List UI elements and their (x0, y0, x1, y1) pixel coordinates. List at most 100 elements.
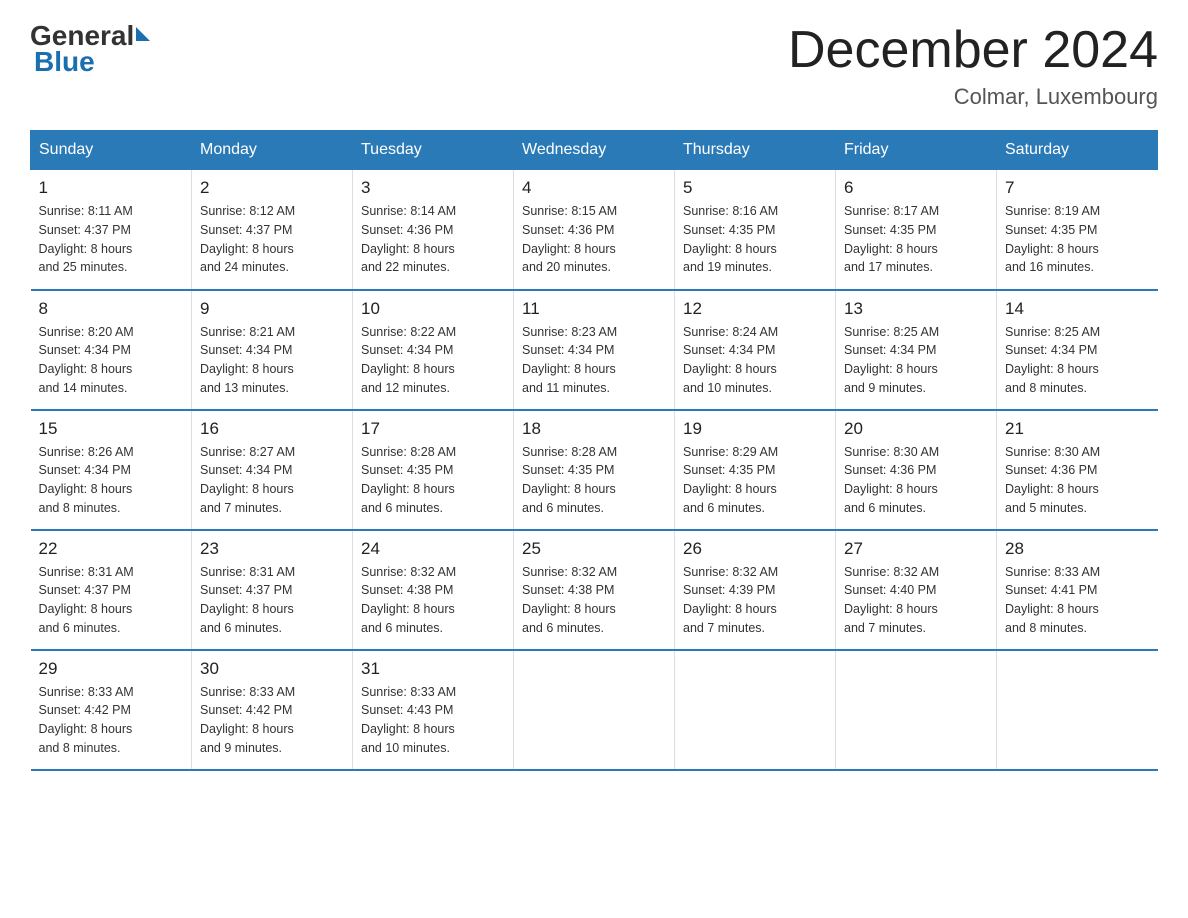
calendar-cell: 26 Sunrise: 8:32 AM Sunset: 4:39 PM Dayl… (675, 530, 836, 650)
calendar-cell: 11 Sunrise: 8:23 AM Sunset: 4:34 PM Dayl… (514, 290, 675, 410)
calendar-cell: 19 Sunrise: 8:29 AM Sunset: 4:35 PM Dayl… (675, 410, 836, 530)
calendar-cell: 5 Sunrise: 8:16 AM Sunset: 4:35 PM Dayli… (675, 170, 836, 290)
calendar-cell (836, 650, 997, 770)
calendar-cell: 2 Sunrise: 8:12 AM Sunset: 4:37 PM Dayli… (192, 170, 353, 290)
calendar-cell: 28 Sunrise: 8:33 AM Sunset: 4:41 PM Dayl… (997, 530, 1158, 650)
day-number: 5 (683, 178, 827, 198)
day-number: 29 (39, 659, 184, 679)
calendar-week-row: 1 Sunrise: 8:11 AM Sunset: 4:37 PM Dayli… (31, 170, 1158, 290)
calendar-cell: 27 Sunrise: 8:32 AM Sunset: 4:40 PM Dayl… (836, 530, 997, 650)
day-info: Sunrise: 8:27 AM Sunset: 4:34 PM Dayligh… (200, 443, 344, 518)
calendar-cell: 7 Sunrise: 8:19 AM Sunset: 4:35 PM Dayli… (997, 170, 1158, 290)
day-number: 8 (39, 299, 184, 319)
calendar-cell (675, 650, 836, 770)
calendar-cell: 8 Sunrise: 8:20 AM Sunset: 4:34 PM Dayli… (31, 290, 192, 410)
header-tuesday: Tuesday (353, 131, 514, 170)
day-info: Sunrise: 8:25 AM Sunset: 4:34 PM Dayligh… (844, 323, 988, 398)
day-info: Sunrise: 8:26 AM Sunset: 4:34 PM Dayligh… (39, 443, 184, 518)
calendar-table: Sunday Monday Tuesday Wednesday Thursday… (30, 130, 1158, 771)
day-number: 19 (683, 419, 827, 439)
header-saturday: Saturday (997, 131, 1158, 170)
day-number: 23 (200, 539, 344, 559)
header-thursday: Thursday (675, 131, 836, 170)
day-info: Sunrise: 8:22 AM Sunset: 4:34 PM Dayligh… (361, 323, 505, 398)
day-info: Sunrise: 8:11 AM Sunset: 4:37 PM Dayligh… (39, 202, 184, 277)
day-info: Sunrise: 8:23 AM Sunset: 4:34 PM Dayligh… (522, 323, 666, 398)
day-number: 20 (844, 419, 988, 439)
day-number: 11 (522, 299, 666, 319)
calendar-cell: 14 Sunrise: 8:25 AM Sunset: 4:34 PM Dayl… (997, 290, 1158, 410)
day-info: Sunrise: 8:30 AM Sunset: 4:36 PM Dayligh… (844, 443, 988, 518)
day-number: 15 (39, 419, 184, 439)
calendar-cell (997, 650, 1158, 770)
day-info: Sunrise: 8:33 AM Sunset: 4:43 PM Dayligh… (361, 683, 505, 758)
day-info: Sunrise: 8:20 AM Sunset: 4:34 PM Dayligh… (39, 323, 184, 398)
day-number: 1 (39, 178, 184, 198)
day-number: 27 (844, 539, 988, 559)
day-info: Sunrise: 8:32 AM Sunset: 4:38 PM Dayligh… (361, 563, 505, 638)
calendar-week-row: 22 Sunrise: 8:31 AM Sunset: 4:37 PM Dayl… (31, 530, 1158, 650)
calendar-cell: 29 Sunrise: 8:33 AM Sunset: 4:42 PM Dayl… (31, 650, 192, 770)
day-info: Sunrise: 8:21 AM Sunset: 4:34 PM Dayligh… (200, 323, 344, 398)
day-info: Sunrise: 8:32 AM Sunset: 4:38 PM Dayligh… (522, 563, 666, 638)
day-info: Sunrise: 8:33 AM Sunset: 4:41 PM Dayligh… (1005, 563, 1150, 638)
day-info: Sunrise: 8:33 AM Sunset: 4:42 PM Dayligh… (200, 683, 344, 758)
calendar-week-row: 15 Sunrise: 8:26 AM Sunset: 4:34 PM Dayl… (31, 410, 1158, 530)
weekday-header-row: Sunday Monday Tuesday Wednesday Thursday… (31, 131, 1158, 170)
calendar-cell: 1 Sunrise: 8:11 AM Sunset: 4:37 PM Dayli… (31, 170, 192, 290)
day-info: Sunrise: 8:19 AM Sunset: 4:35 PM Dayligh… (1005, 202, 1150, 277)
day-info: Sunrise: 8:25 AM Sunset: 4:34 PM Dayligh… (1005, 323, 1150, 398)
calendar-title: December 2024 (788, 20, 1158, 80)
calendar-cell: 25 Sunrise: 8:32 AM Sunset: 4:38 PM Dayl… (514, 530, 675, 650)
day-info: Sunrise: 8:16 AM Sunset: 4:35 PM Dayligh… (683, 202, 827, 277)
header-monday: Monday (192, 131, 353, 170)
day-number: 28 (1005, 539, 1150, 559)
day-info: Sunrise: 8:31 AM Sunset: 4:37 PM Dayligh… (39, 563, 184, 638)
day-number: 13 (844, 299, 988, 319)
calendar-cell: 17 Sunrise: 8:28 AM Sunset: 4:35 PM Dayl… (353, 410, 514, 530)
day-info: Sunrise: 8:28 AM Sunset: 4:35 PM Dayligh… (522, 443, 666, 518)
calendar-cell: 31 Sunrise: 8:33 AM Sunset: 4:43 PM Dayl… (353, 650, 514, 770)
calendar-cell: 30 Sunrise: 8:33 AM Sunset: 4:42 PM Dayl… (192, 650, 353, 770)
day-number: 18 (522, 419, 666, 439)
calendar-cell: 6 Sunrise: 8:17 AM Sunset: 4:35 PM Dayli… (836, 170, 997, 290)
day-number: 4 (522, 178, 666, 198)
calendar-cell: 18 Sunrise: 8:28 AM Sunset: 4:35 PM Dayl… (514, 410, 675, 530)
calendar-cell: 22 Sunrise: 8:31 AM Sunset: 4:37 PM Dayl… (31, 530, 192, 650)
day-info: Sunrise: 8:29 AM Sunset: 4:35 PM Dayligh… (683, 443, 827, 518)
day-info: Sunrise: 8:33 AM Sunset: 4:42 PM Dayligh… (39, 683, 184, 758)
calendar-cell: 21 Sunrise: 8:30 AM Sunset: 4:36 PM Dayl… (997, 410, 1158, 530)
day-number: 14 (1005, 299, 1150, 319)
day-number: 2 (200, 178, 344, 198)
day-number: 9 (200, 299, 344, 319)
calendar-cell: 16 Sunrise: 8:27 AM Sunset: 4:34 PM Dayl… (192, 410, 353, 530)
calendar-subtitle: Colmar, Luxembourg (788, 84, 1158, 110)
day-number: 26 (683, 539, 827, 559)
day-info: Sunrise: 8:12 AM Sunset: 4:37 PM Dayligh… (200, 202, 344, 277)
calendar-cell: 4 Sunrise: 8:15 AM Sunset: 4:36 PM Dayli… (514, 170, 675, 290)
day-number: 6 (844, 178, 988, 198)
calendar-cell: 3 Sunrise: 8:14 AM Sunset: 4:36 PM Dayli… (353, 170, 514, 290)
day-number: 30 (200, 659, 344, 679)
day-number: 10 (361, 299, 505, 319)
calendar-cell (514, 650, 675, 770)
day-info: Sunrise: 8:17 AM Sunset: 4:35 PM Dayligh… (844, 202, 988, 277)
day-number: 16 (200, 419, 344, 439)
calendar-cell: 10 Sunrise: 8:22 AM Sunset: 4:34 PM Dayl… (353, 290, 514, 410)
calendar-cell: 23 Sunrise: 8:31 AM Sunset: 4:37 PM Dayl… (192, 530, 353, 650)
day-info: Sunrise: 8:30 AM Sunset: 4:36 PM Dayligh… (1005, 443, 1150, 518)
day-number: 31 (361, 659, 505, 679)
day-number: 3 (361, 178, 505, 198)
day-number: 17 (361, 419, 505, 439)
day-info: Sunrise: 8:32 AM Sunset: 4:39 PM Dayligh… (683, 563, 827, 638)
logo-blue-text: Blue (34, 46, 95, 78)
calendar-cell: 24 Sunrise: 8:32 AM Sunset: 4:38 PM Dayl… (353, 530, 514, 650)
day-info: Sunrise: 8:28 AM Sunset: 4:35 PM Dayligh… (361, 443, 505, 518)
logo: General Blue (30, 20, 150, 78)
page-header: General Blue December 2024 Colmar, Luxem… (30, 20, 1158, 110)
header-sunday: Sunday (31, 131, 192, 170)
day-number: 7 (1005, 178, 1150, 198)
day-number: 25 (522, 539, 666, 559)
header-wednesday: Wednesday (514, 131, 675, 170)
calendar-cell: 15 Sunrise: 8:26 AM Sunset: 4:34 PM Dayl… (31, 410, 192, 530)
